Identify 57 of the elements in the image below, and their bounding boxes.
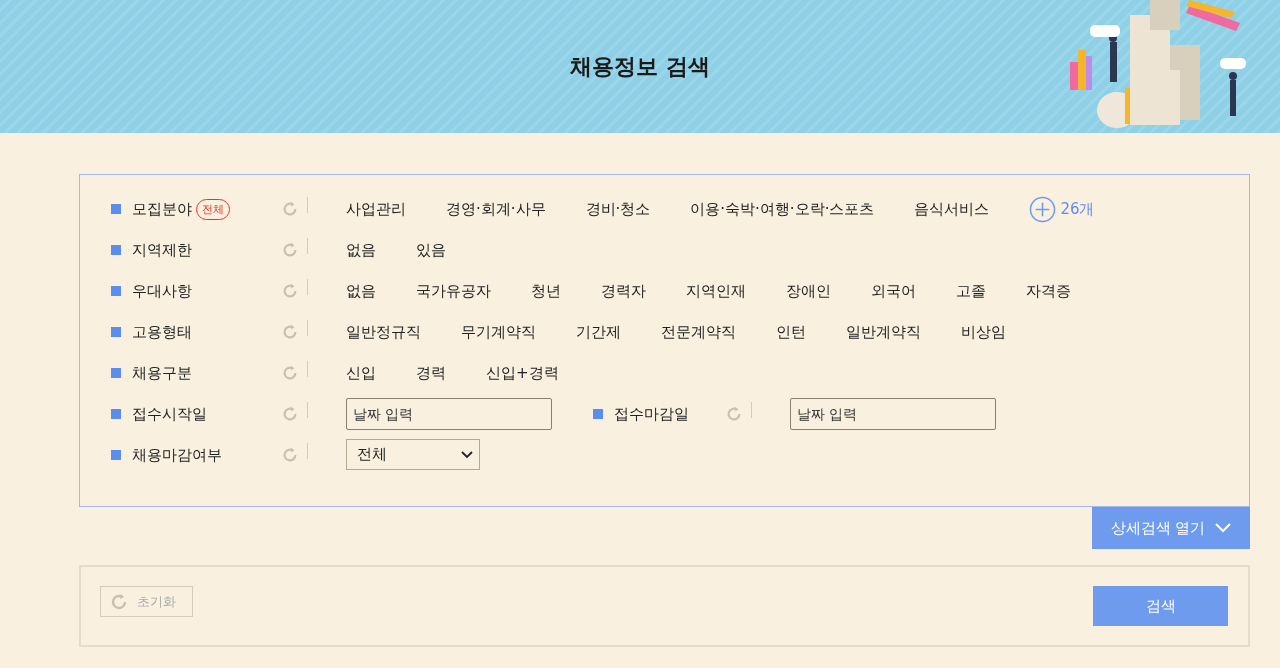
status-select[interactable]: 전체 [346, 439, 480, 470]
plus-icon[interactable] [1029, 195, 1057, 223]
filter-label: 우대사항 [132, 281, 192, 301]
filter-option[interactable]: 신입 [346, 363, 376, 383]
filter-label: 모집분야 [132, 199, 192, 219]
filter-option[interactable]: 기간제 [576, 322, 621, 342]
filter-option[interactable]: 있음 [416, 240, 446, 260]
filter-option[interactable]: 일반계약직 [846, 322, 921, 342]
reset-icon[interactable] [281, 200, 299, 218]
bullet-icon [111, 409, 121, 419]
date-field[interactable]: 날짜 입력 [790, 398, 996, 430]
filter-option[interactable]: 경력 [416, 363, 446, 383]
filter-option[interactable]: 없음 [346, 240, 376, 260]
reset-icon[interactable] [281, 364, 299, 382]
filter-option[interactable]: 장애인 [786, 281, 831, 301]
chevron-down-icon [1215, 523, 1232, 533]
chevron-down-icon [461, 450, 473, 459]
bullet-icon [111, 204, 121, 214]
bullet-icon [111, 450, 121, 460]
filter-label: 고용형태 [132, 322, 192, 342]
filter-option[interactable]: 인턴 [776, 322, 806, 342]
filter-option[interactable]: 경력자 [601, 281, 646, 301]
bullet-icon [111, 286, 121, 296]
bullet-icon [111, 368, 121, 378]
bullet-icon [111, 327, 121, 337]
filter-option[interactable]: 사업관리 [346, 199, 406, 219]
reset-icon[interactable] [281, 323, 299, 341]
filter-option[interactable]: 신입+경력 [486, 363, 559, 383]
filter-label: 지역제한 [132, 240, 192, 260]
filter-option[interactable]: 외국어 [871, 281, 916, 301]
page-title: 채용정보 검색 [570, 52, 710, 81]
filter-option[interactable]: 무기계약직 [461, 322, 536, 342]
filter-option[interactable]: 전문계약직 [661, 322, 736, 342]
date-field[interactable]: 날짜 입력 [346, 398, 552, 430]
reset-icon[interactable] [281, 446, 299, 464]
filter-option[interactable]: 지역인재 [686, 281, 746, 301]
filter-option[interactable]: 이용·숙박·여행·오락·스포츠 [690, 199, 875, 219]
bullet-icon [111, 245, 121, 255]
filter-option[interactable]: 경비·청소 [585, 199, 651, 219]
bullet-icon [593, 409, 603, 419]
reset-icon[interactable] [281, 405, 299, 423]
filter-option[interactable]: 없음 [346, 281, 376, 301]
filter-label: 채용구분 [132, 363, 192, 383]
reset-icon[interactable] [281, 241, 299, 259]
reset-icon[interactable] [281, 282, 299, 300]
filter-option[interactable]: 비상임 [961, 322, 1006, 342]
filter-option[interactable]: 경영·회계·사무 [446, 199, 546, 219]
filter-label: 채용마감여부 [132, 445, 222, 465]
filter-option[interactable]: 음식서비스 [914, 199, 990, 219]
filter-option[interactable]: 청년 [531, 281, 561, 301]
filter-option[interactable]: 일반정규직 [346, 322, 421, 342]
filter-label: 접수마감일 [614, 404, 689, 424]
filter-option[interactable]: 국가유공자 [416, 281, 491, 301]
filter-label: 접수시작일 [132, 404, 207, 424]
filter-option[interactable]: 고졸 [956, 281, 986, 301]
reset-icon[interactable] [725, 405, 743, 423]
filter-option[interactable]: 자격증 [1026, 281, 1071, 301]
